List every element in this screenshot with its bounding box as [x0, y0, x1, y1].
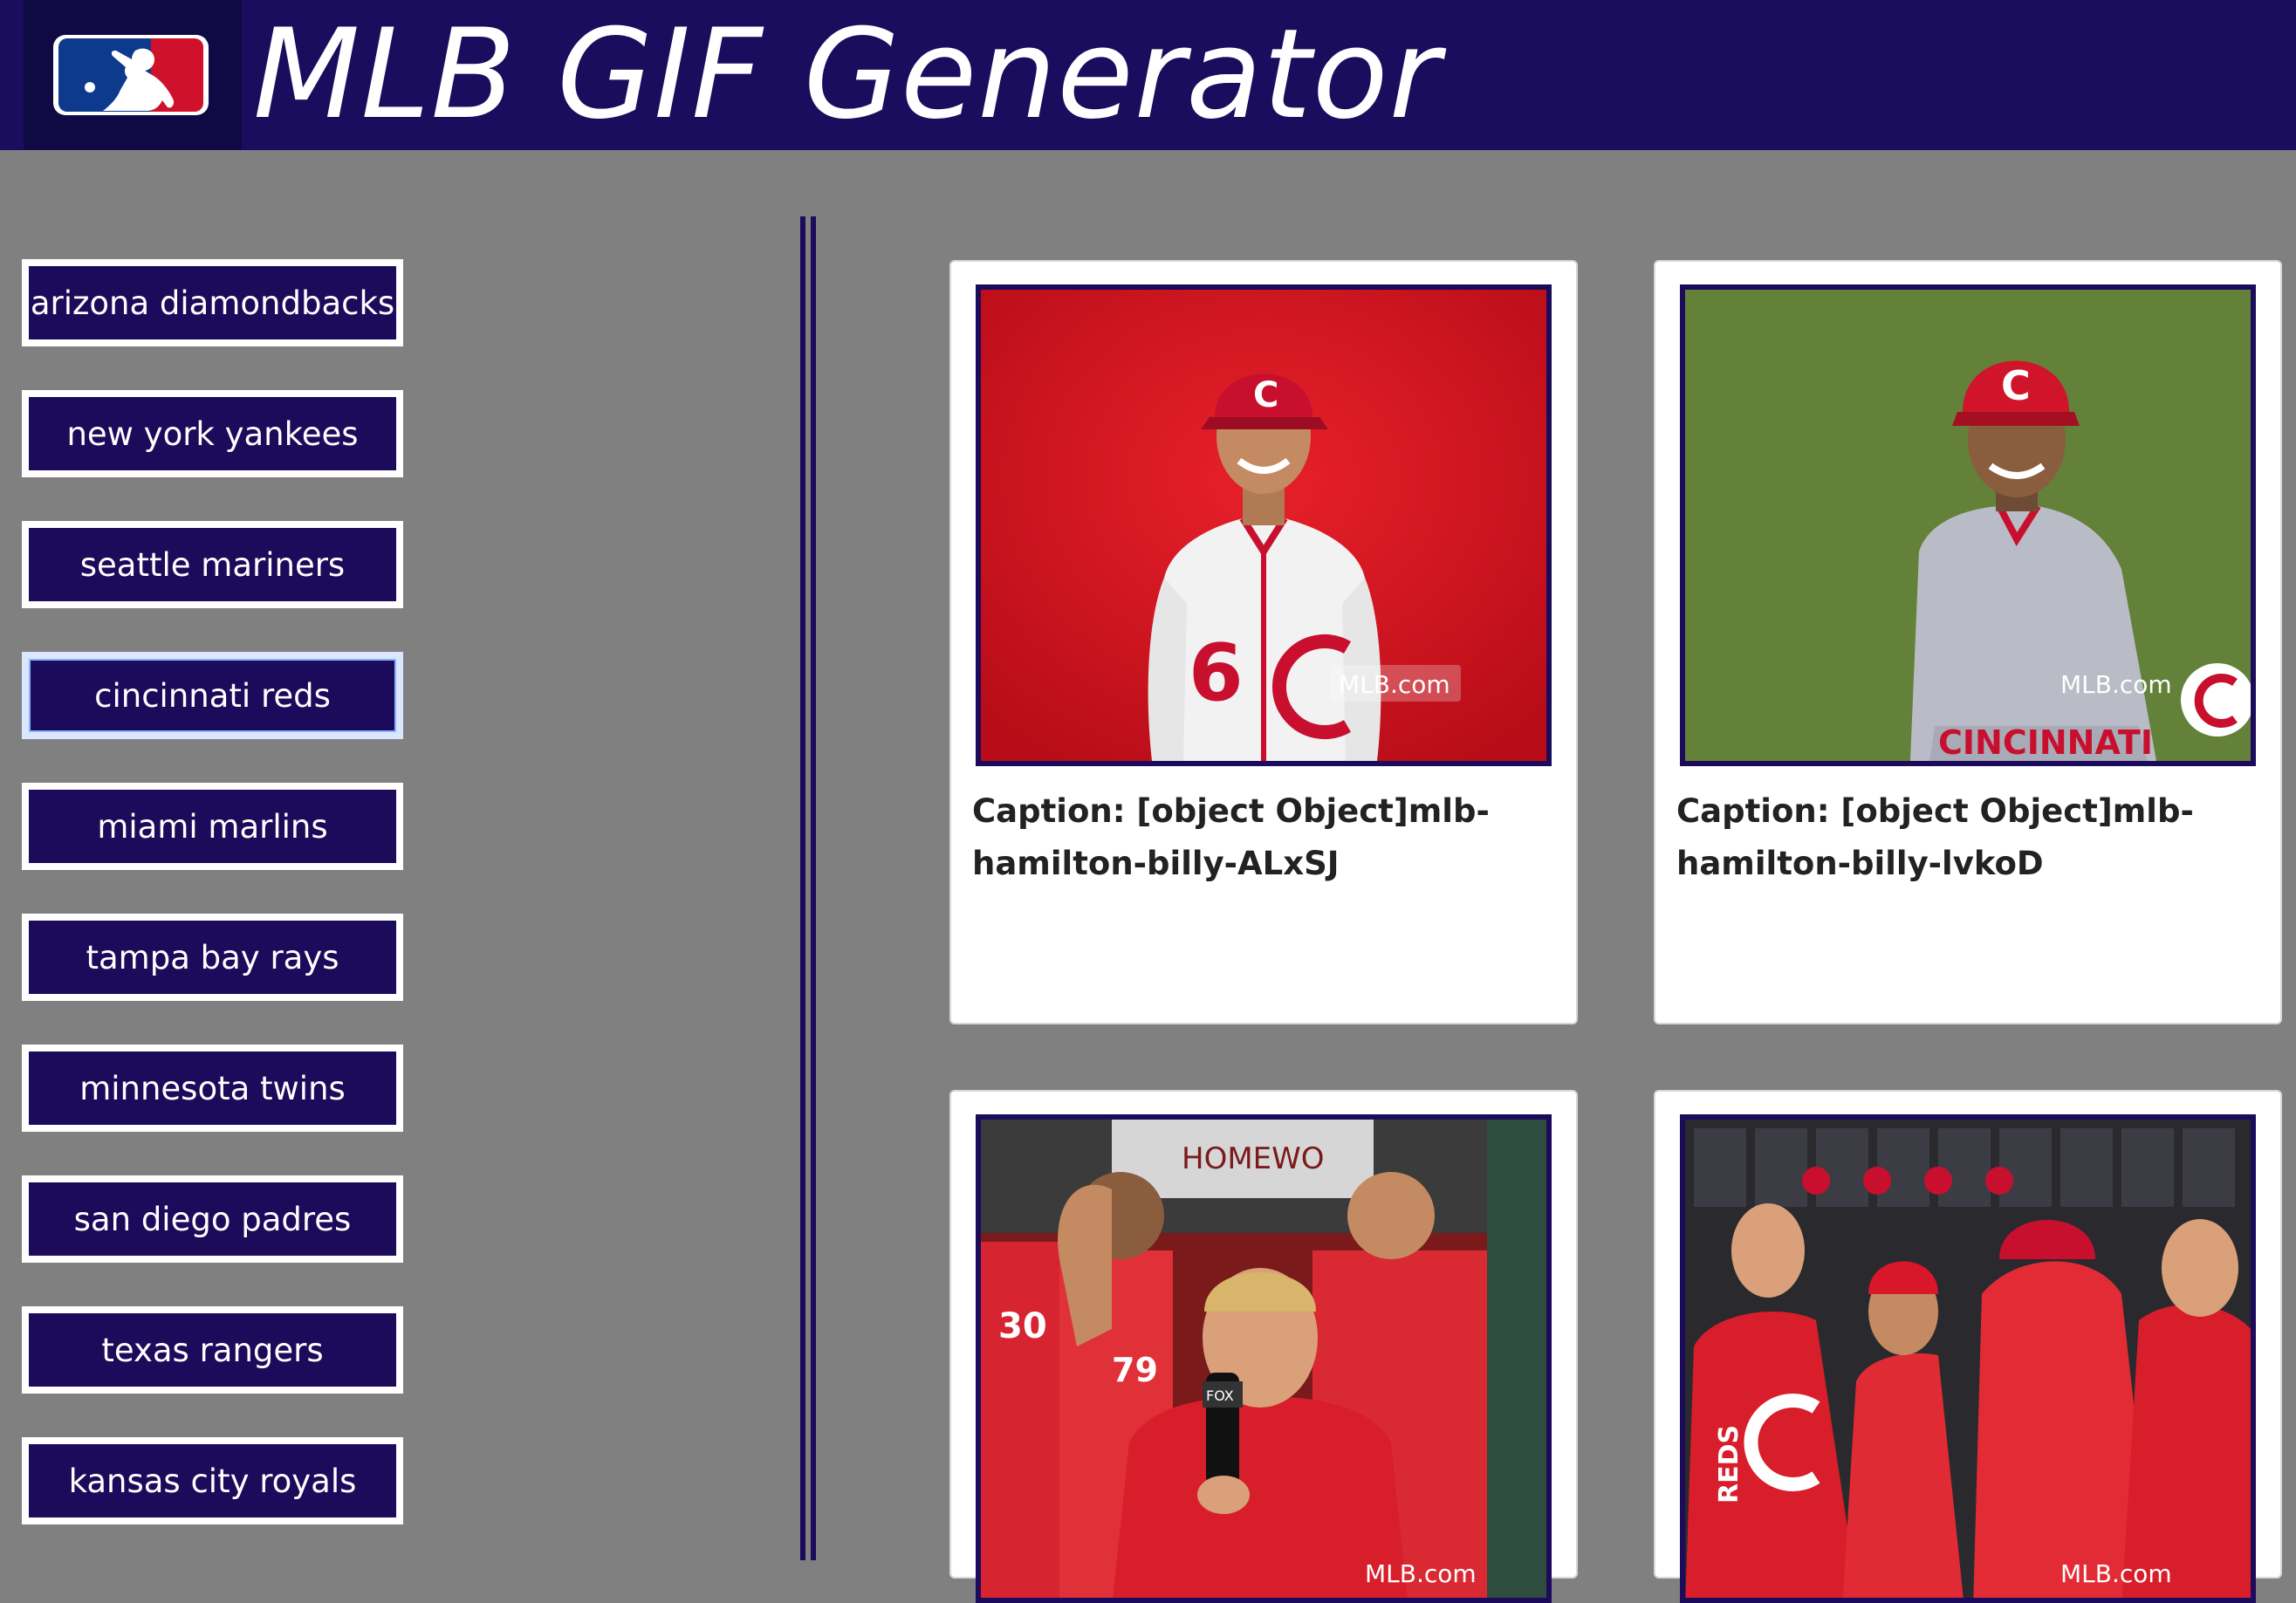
mlb-logo-icon — [53, 35, 209, 115]
gif-caption: Caption: [object Object]mlb-hamilton-bil… — [972, 792, 1490, 882]
content-divider — [800, 216, 816, 1560]
team-button-miami-marlins[interactable]: miami marlins — [22, 783, 403, 870]
gif-card: REDS MLB.com — [1654, 1090, 2282, 1603]
svg-text:C: C — [2001, 362, 2031, 409]
team-button-new-york-yankees[interactable]: new york yankees — [22, 390, 403, 477]
gif-card: CINCINNATI C MLB.com Caption: [object Ob… — [1654, 260, 2282, 1024]
gif-jersey-number: 30 — [998, 1306, 1047, 1346]
gif-card: HOMEWO 30 79 FOX MLB.com — [949, 1090, 1578, 1603]
team-button-minnesota-twins[interactable]: minnesota twins — [22, 1045, 403, 1132]
gif-image[interactable]: 6 C MLB.com — [976, 284, 1552, 766]
gif-watermark: MLB.com — [1339, 670, 1450, 699]
gif-watermark: MLB.com — [2060, 1559, 2172, 1588]
gif-image[interactable]: CINCINNATI C MLB.com — [1680, 284, 2256, 766]
app-header: MLB GIF Generator — [0, 0, 2296, 150]
svg-text:6: 6 — [1189, 627, 1244, 719]
team-button-san-diego-padres[interactable]: san diego padres — [22, 1175, 403, 1263]
svg-text:C: C — [1253, 375, 1278, 415]
gif-image[interactable]: REDS MLB.com — [1680, 1114, 2256, 1603]
team-button-seattle-mariners[interactable]: seattle mariners — [22, 521, 403, 608]
gif-watermark: MLB.com — [1365, 1559, 1477, 1588]
team-button-cincinnati-reds[interactable]: cincinnati reds — [22, 652, 403, 739]
gif-watermark: MLB.com — [2060, 670, 2172, 699]
gif-hoodie-text: REDS — [1714, 1425, 1744, 1504]
team-button-arizona-diamondbacks[interactable]: arizona diamondbacks — [22, 259, 403, 346]
team-sidebar: arizona diamondbacks new york yankees se… — [0, 150, 785, 1560]
team-button-tampa-bay-rays[interactable]: tampa bay rays — [22, 914, 403, 1001]
gif-jersey-number: 79 — [1112, 1351, 1158, 1389]
gif-banner-text: HOMEWO — [1182, 1141, 1325, 1176]
mlb-logo[interactable] — [24, 0, 242, 150]
team-button-kansas-city-royals[interactable]: kansas city royals — [22, 1437, 403, 1524]
gif-image[interactable]: HOMEWO 30 79 FOX MLB.com — [976, 1114, 1552, 1603]
svg-text:FOX: FOX — [1206, 1387, 1234, 1404]
page-title: MLB GIF Generator — [253, 3, 1442, 147]
gif-card: 6 C MLB.com Caption: [object Object]mlb-… — [949, 260, 1578, 1024]
svg-text:CINCINNATI: CINCINNATI — [1938, 723, 2153, 761]
team-button-texas-rangers[interactable]: texas rangers — [22, 1306, 403, 1394]
gif-caption: Caption: [object Object]mlb-hamilton-bil… — [1676, 792, 2194, 882]
